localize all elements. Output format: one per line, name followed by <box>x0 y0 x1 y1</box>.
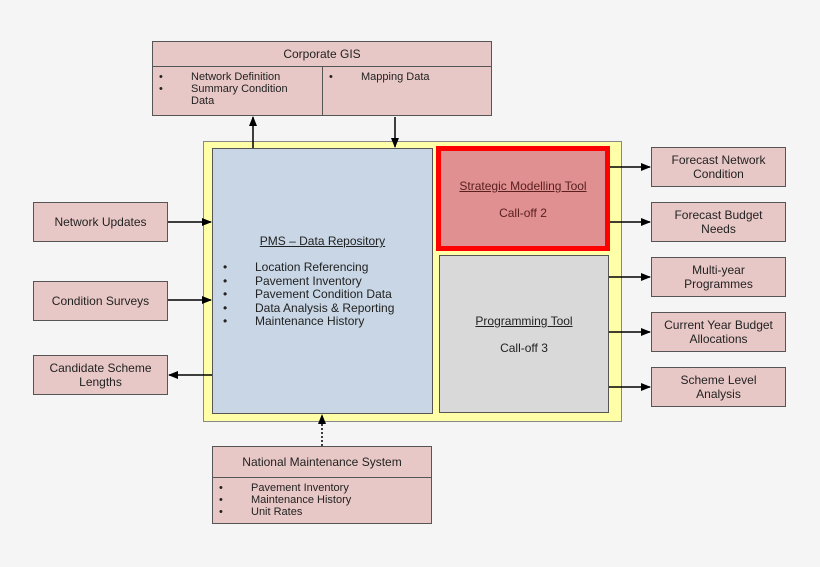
connector-layer <box>168 116 651 446</box>
